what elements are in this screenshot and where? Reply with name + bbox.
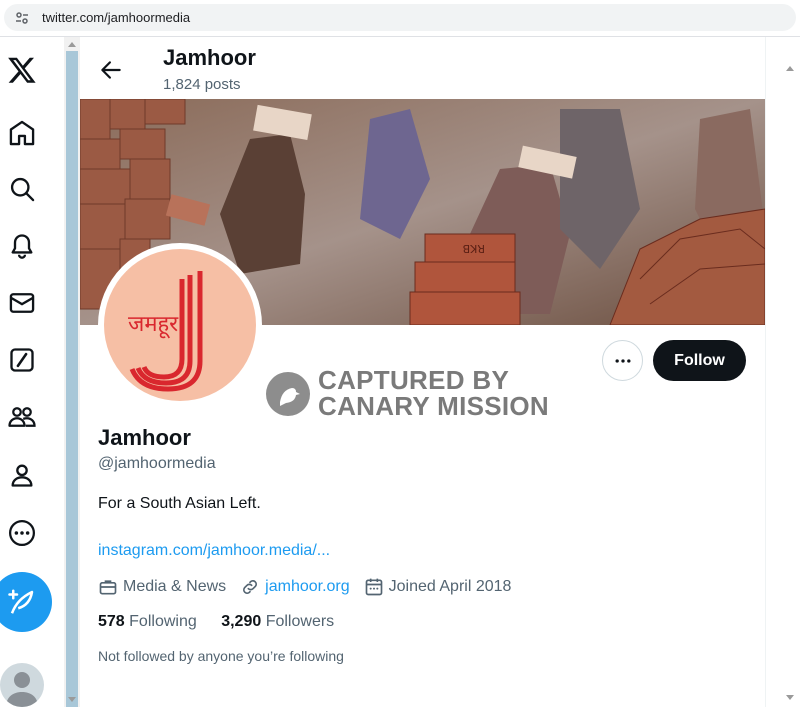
followers-link[interactable]: 3,290 Followers (221, 613, 334, 630)
more-icon[interactable] (4, 515, 40, 551)
jamhoor-logo: जमहूर (128, 271, 203, 392)
avatar-logo-text: जमहूर (128, 312, 179, 339)
profile-name: Jamhoor (98, 425, 191, 450)
search-icon[interactable] (4, 171, 40, 207)
browser-address-bar: twitter.com/jamhoormedia (0, 0, 800, 37)
canary-bird-icon (266, 372, 310, 416)
home-icon[interactable] (4, 115, 40, 151)
follow-stats: 578 Following 3,290 Followers (98, 613, 354, 631)
svg-text:RKB: RKB (463, 242, 485, 255)
profile-category: Media & News (98, 577, 226, 597)
profile-main: Jamhoor 1,824 posts RKB जमहूर Follow CAP… (80, 37, 765, 707)
default-avatar-icon (6, 672, 38, 707)
page-scroll-up-icon[interactable] (786, 66, 794, 71)
briefcase-icon (99, 580, 117, 595)
scrollbar-thumb[interactable] (66, 51, 78, 707)
watermark-text: CAPTURED BY CANARY MISSION (318, 365, 550, 421)
following-link[interactable]: 578 Following (98, 613, 197, 630)
more-options-button[interactable] (602, 340, 643, 381)
profile-joined: Joined April 2018 (364, 577, 511, 597)
profile-bio: For a South Asian Left. (98, 495, 261, 512)
grok-icon[interactable] (4, 342, 40, 378)
back-arrow-icon[interactable] (98, 57, 124, 83)
side-nav (0, 37, 52, 707)
profile-website[interactable]: jamhoor.org (240, 577, 350, 597)
x-logo-icon[interactable] (4, 52, 40, 88)
post-icon (8, 589, 34, 614)
site-settings-icon[interactable] (14, 10, 30, 26)
scroll-down-arrow-icon[interactable] (68, 697, 76, 702)
mutual-followers-note: Not followed by anyone you’re following (98, 648, 344, 664)
profile-bio-link[interactable]: instagram.com/jamhoor.media/... (98, 542, 330, 560)
follow-button[interactable]: Follow (653, 340, 746, 381)
url-text: twitter.com/jamhoormedia (42, 10, 191, 25)
right-column (765, 37, 800, 707)
communities-icon[interactable] (4, 399, 40, 435)
mail-icon[interactable] (4, 285, 40, 321)
timeline-scrollbar[interactable] (64, 37, 80, 707)
profile-avatar[interactable]: जमहूर (98, 243, 262, 407)
account-avatar[interactable] (0, 663, 44, 707)
calendar-icon (365, 578, 382, 596)
scroll-up-arrow-icon[interactable] (68, 42, 76, 47)
link-icon (243, 580, 258, 594)
url-field[interactable]: twitter.com/jamhoormedia (4, 4, 796, 31)
post-button[interactable] (0, 572, 52, 632)
header-post-count: 1,824 posts (163, 76, 241, 93)
profile-handle: @jamhoormedia (98, 455, 216, 472)
header-profile-name: Jamhoor (163, 45, 256, 70)
ellipsis-icon (615, 358, 630, 363)
profile-icon[interactable] (4, 457, 40, 493)
bell-icon[interactable] (4, 228, 40, 264)
page-scroll-down-icon[interactable] (786, 695, 794, 700)
profile-meta: Media & News jamhoor.org Joined April 20… (98, 577, 525, 597)
